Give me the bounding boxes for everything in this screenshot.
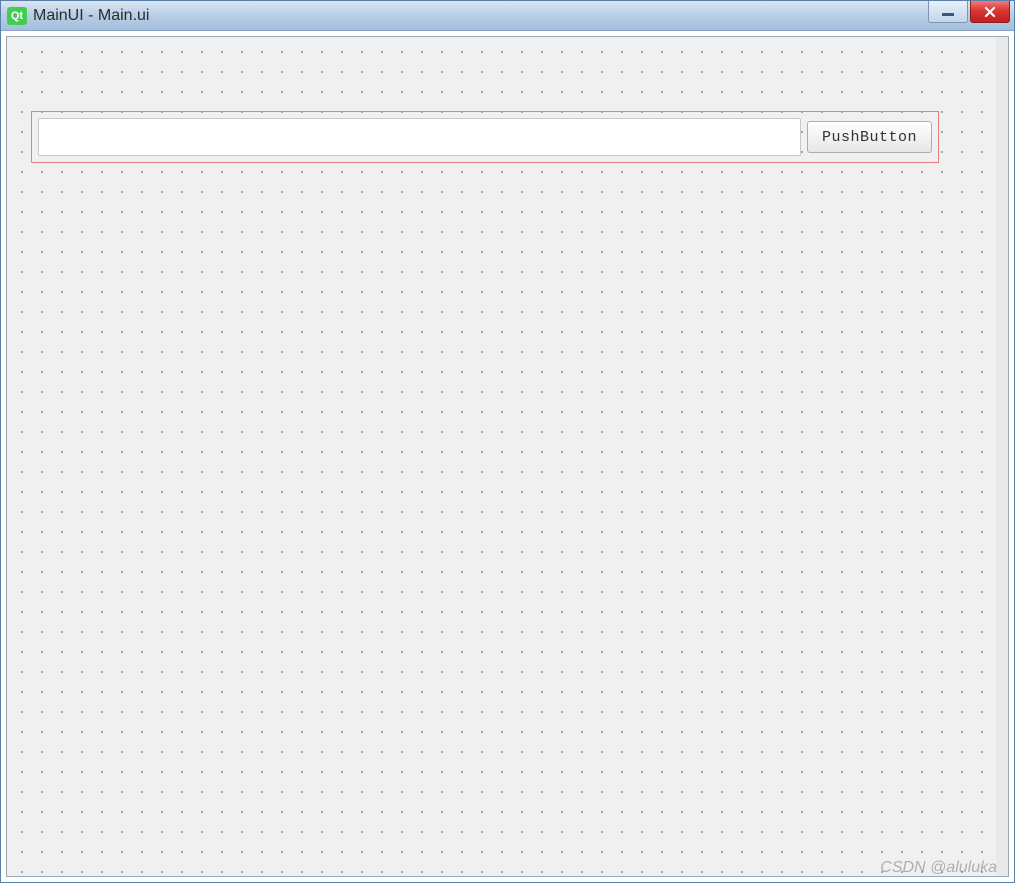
minimize-icon [942,13,954,16]
titlebar[interactable]: Qt MainUI - Main.ui [1,1,1014,31]
line-edit[interactable] [38,118,801,156]
close-icon [983,5,997,19]
vertical-scrollbar[interactable] [996,37,1008,876]
minimize-button[interactable] [928,1,968,23]
qt-icon: Qt [7,7,27,25]
window-title: MainUI - Main.ui [33,7,149,25]
push-button[interactable]: PushButton [807,121,932,153]
horizontal-layout[interactable]: PushButton [31,111,939,163]
designer-window: Qt MainUI - Main.ui PushButton [0,0,1015,883]
close-button[interactable] [970,1,1010,23]
window-controls [928,1,1010,23]
form-canvas[interactable]: PushButton [6,36,1009,877]
